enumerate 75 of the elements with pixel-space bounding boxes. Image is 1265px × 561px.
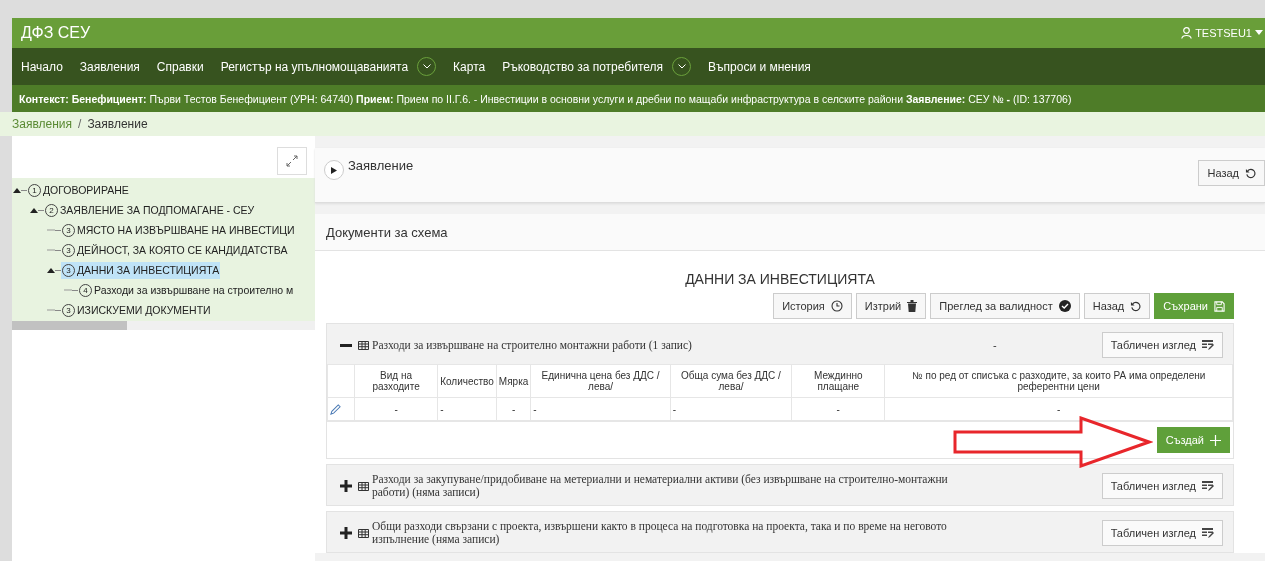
table-edit-icon (1202, 480, 1214, 492)
context-text: Контекст: Бенефициент: Първи Тестов Бенефициент (УРН: 64740) Прием: Прием по II.Г.6. - Инвестиции в основни услуги и дребни по мащаби инфраструктура в селските райони Заявление: СЕУ № - (ID: 137706) (19, 92, 1072, 105)
column-header: Количество (437, 364, 497, 398)
table-cell: - (670, 397, 792, 421)
table-cell: - (791, 397, 885, 421)
tree-item[interactable]: 3 ДЕЙНОСТ, ЗА КОЯТО СЕ КАНДИДАТСТВА (61, 241, 289, 259)
caret-icon (1255, 30, 1263, 36)
tree-item[interactable]: 3 ИЗИСКУЕМИ ДОКУМЕНТИ (61, 301, 212, 319)
table-view-button[interactable]: Табличен изглед (1101, 520, 1223, 546)
card-title: Заявление (348, 158, 415, 173)
tree-item[interactable]: 1 ДОГОВОРИРАНЕ (27, 181, 130, 199)
user-icon (1181, 27, 1193, 39)
table-cell: - (354, 397, 438, 421)
back-button[interactable]: Назад (1198, 160, 1265, 186)
breadcrumb-current: Заявление (87, 117, 148, 131)
back-button[interactable]: Назад (1083, 293, 1151, 319)
trash-icon (907, 300, 918, 312)
column-header: Обща сума без ДДС / лева/ (670, 364, 792, 398)
history-button[interactable]: История (773, 293, 852, 319)
chevron-down-icon (422, 64, 431, 69)
tree-item[interactable]: 3 МЯСТО НА ИЗВЪРШВАНЕ НА ИНВЕСТИЦИ (61, 221, 296, 239)
chevron-down-icon (677, 64, 686, 69)
column-header: Вид на разходите (354, 364, 438, 398)
section-title: Разходи за закупуване/придобиване на метериални и нематериални активи (без извършване на строително-монтажни работи) (няма записи) (372, 473, 949, 499)
expand-button[interactable] (340, 527, 352, 539)
nav-link[interactable]: Ръководство за потребителя (502, 59, 664, 74)
tree-item[interactable]: 3 ДАННИ ЗА ИНВЕСТИЦИЯТА (61, 261, 221, 279)
plus-icon (340, 480, 352, 492)
nav-link[interactable]: Справки (156, 59, 204, 74)
breadcrumb-separator: / (78, 117, 82, 131)
undo-icon (1130, 300, 1142, 312)
table-edit-icon (1202, 527, 1214, 539)
section-status: - (992, 339, 997, 351)
table-cell: - (496, 397, 531, 421)
expand-icon (286, 155, 298, 167)
plus-icon (340, 527, 352, 539)
plus-icon (1210, 434, 1221, 446)
nav-link[interactable]: Регистър на упълномощаванията (220, 59, 409, 74)
undo-icon (1245, 167, 1256, 179)
section-title: Разходи за извършване на строително монтажни работи (1 запис) (372, 338, 692, 352)
expand-button[interactable] (340, 480, 352, 492)
play-icon (331, 166, 337, 174)
nav-link[interactable]: Карта (453, 59, 486, 74)
table-view-button[interactable]: Табличен изглед (1101, 332, 1223, 358)
table-edit-icon (1202, 339, 1214, 351)
breadcrumb-link[interactable]: Заявления (12, 117, 73, 131)
section-title: Общи разходи свързани с проекта, извършени както в процеса на подготовка на проекта, така и по време на неговото изпълнение (няма записи) (372, 520, 948, 546)
column-header: Единична цена без ДДС / лева/ (530, 364, 671, 398)
column-header: № по ред от списъка с разходите, за които РА има определени референтни цени (884, 364, 1233, 398)
nav-link[interactable]: Заявления (79, 59, 140, 74)
tree-item[interactable]: 4 Разходи за извършване на строително м (78, 281, 295, 299)
column-header: Междинно плащане (791, 364, 885, 398)
table-view-button[interactable]: Табличен изглед (1101, 473, 1223, 499)
scrollbar[interactable] (12, 321, 315, 330)
tree-item[interactable]: 2 ЗАЯВЛЕНИЕ ЗА ПОДПОМАГАНЕ - СЕУ (44, 201, 256, 219)
form-title: ДАННИ ЗА ИНВЕСТИЦИЯТА (684, 270, 876, 289)
nav-link[interactable]: Начало (21, 59, 63, 74)
delete-button[interactable]: Изтрий (855, 293, 927, 319)
pencil-icon (330, 403, 341, 415)
table-cell: - (884, 397, 1233, 421)
table-icon (358, 481, 369, 491)
table-icon (358, 340, 369, 350)
play-button[interactable] (324, 160, 344, 180)
table-cell: - (530, 397, 671, 421)
validate-button[interactable]: Преглед за валидност (930, 293, 1080, 319)
card-title: Документи за схема (326, 224, 448, 240)
edit-button[interactable] (330, 403, 341, 415)
check-circle-icon (1058, 300, 1071, 312)
column-header: Мярка (496, 364, 531, 398)
clock-icon (830, 300, 843, 312)
app-title: ДФЗ СЕУ (21, 24, 91, 42)
save-icon (1214, 300, 1225, 312)
nav-link[interactable]: Въпроси и мнения (708, 59, 811, 74)
table-cell: - (437, 397, 497, 421)
table-icon (358, 528, 369, 538)
